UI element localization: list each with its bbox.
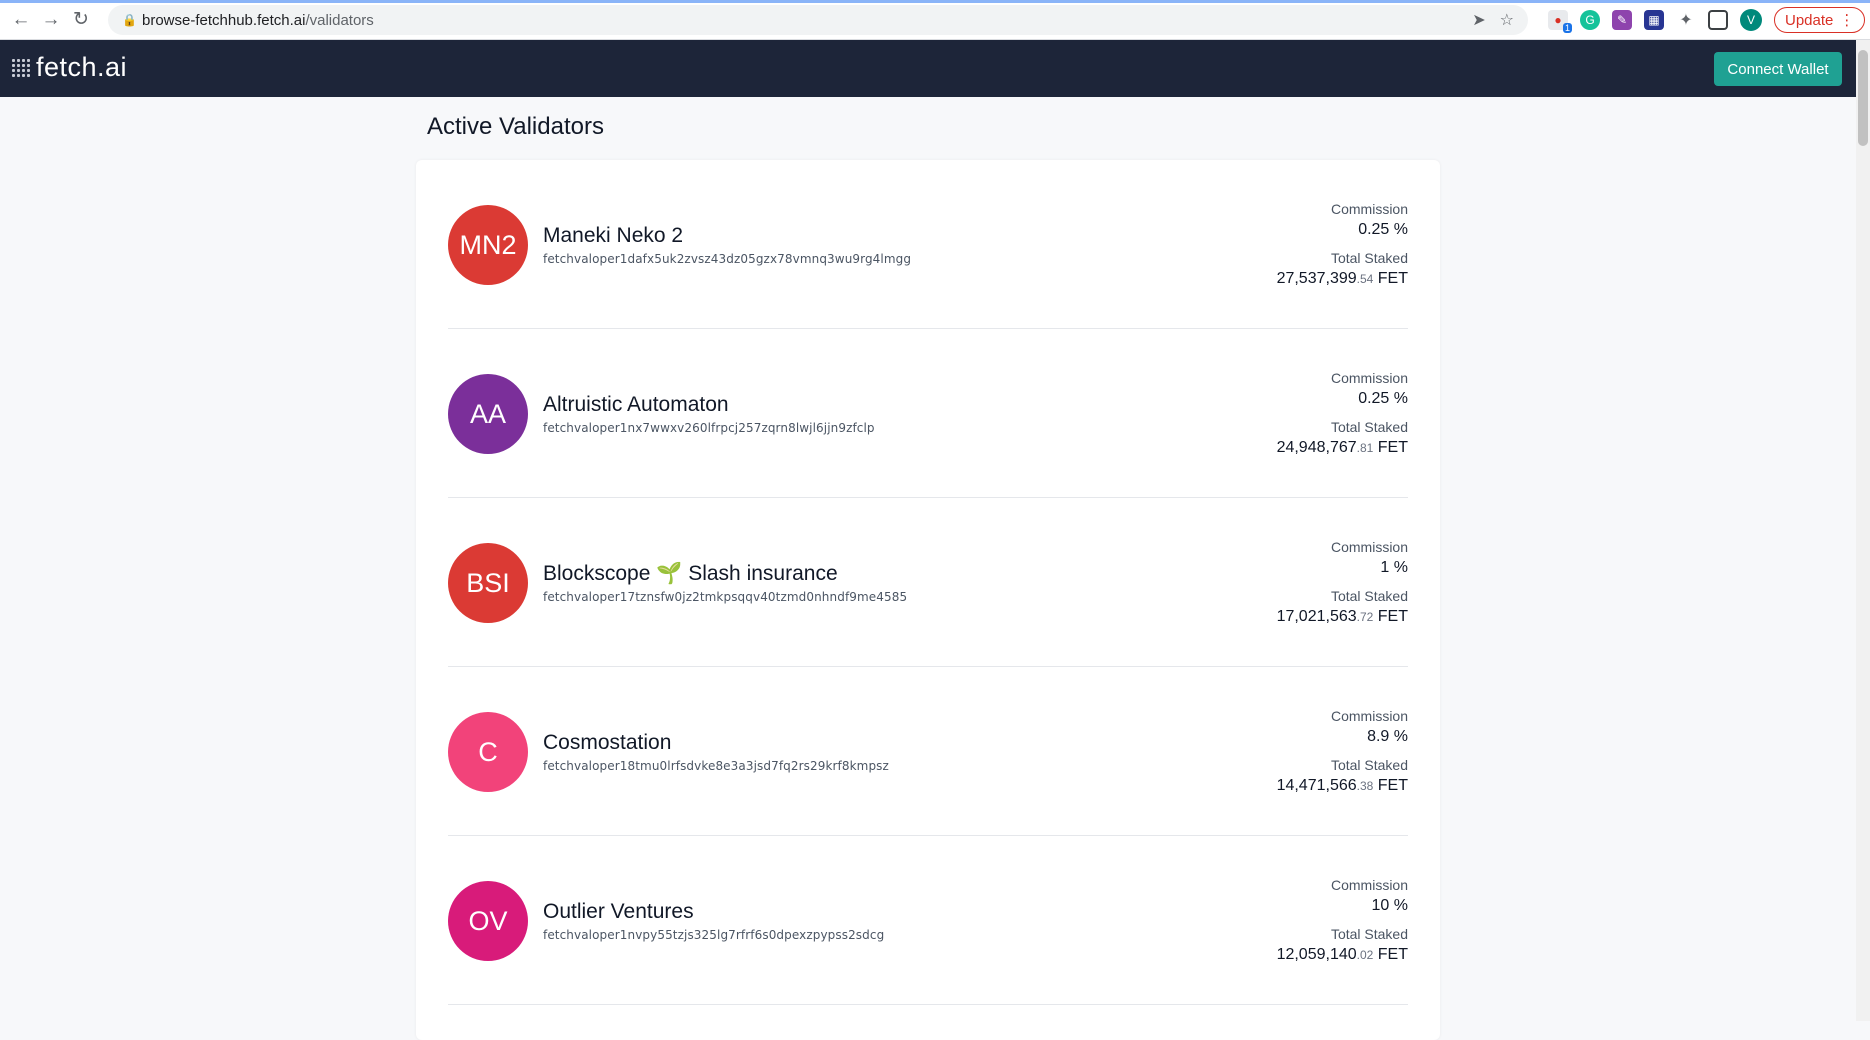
validator-address: fetchvaloper17tznsfw0jz2tmkpsqqv40tzmd0n… <box>543 590 908 604</box>
validator-stats: Commission 10 % Total Staked 12,059,140.… <box>1277 876 1408 967</box>
total-staked-label: Total Staked <box>1330 926 1408 942</box>
validator-row[interactable]: AA Altruistic Automaton fetchvaloper1nx7… <box>448 329 1408 498</box>
total-staked-label: Total Staked <box>1330 757 1408 773</box>
validator-name[interactable]: Altruistic Automaton <box>543 393 729 417</box>
back-icon[interactable]: ← <box>6 5 36 35</box>
total-staked-value: 17,021,563.72 FET <box>1276 608 1408 625</box>
validator-stats: Commission 0.25 % Total Staked 27,537,39… <box>1277 200 1408 291</box>
validator-name[interactable]: Outlier Ventures <box>543 900 694 924</box>
validator-row[interactable]: OV Outlier Ventures fetchvaloper1nvpy55t… <box>448 836 1408 1005</box>
send-tab-icon[interactable]: ➤ <box>1472 10 1485 30</box>
logo-dots-icon <box>12 58 30 77</box>
total-staked-label: Total Staked <box>1330 419 1408 435</box>
validator-address: fetchvaloper1nvpy55tzjs325lg7rfrf6s0dpex… <box>543 928 885 942</box>
loading-bar <box>0 0 1870 3</box>
validator-address: fetchvaloper18tmu0lrfsdvke8e3a3jsd7fq2rs… <box>543 759 889 773</box>
commission-label: Commission <box>1330 539 1408 555</box>
total-staked-value: 24,948,767.81 FET <box>1276 439 1408 456</box>
validator-stats: Commission 8.9 % Total Staked 14,471,566… <box>1277 707 1408 798</box>
commission-label: Commission <box>1330 877 1408 893</box>
commission-label: Commission <box>1330 201 1408 217</box>
connect-wallet-button[interactable]: Connect Wallet <box>1714 52 1842 86</box>
validator-stats: Commission 1 % Total Staked 17,021,563.7… <box>1277 538 1408 629</box>
update-button[interactable]: Update ⋮ <box>1774 7 1866 33</box>
total-staked-value: 14,471,566.38 FET <box>1276 777 1408 794</box>
reload-icon[interactable]: ↻ <box>66 5 96 35</box>
validator-avatar: MN2 <box>448 205 528 285</box>
validator-row[interactable]: MN2 Maneki Neko 2 fetchvaloper1dafx5uk2z… <box>448 160 1408 329</box>
extension-badge-count: 1 <box>1562 23 1572 33</box>
side-panel-icon[interactable] <box>1708 10 1728 30</box>
page-title: Active Validators <box>427 113 604 140</box>
lock-icon: 🔒 <box>122 13 137 27</box>
commission-label: Commission <box>1330 370 1408 386</box>
validator-row[interactable]: BSI Blockscope 🌱 Slash insurance fetchva… <box>448 498 1408 667</box>
grammarly-icon[interactable]: G <box>1580 10 1600 30</box>
validators-card: MN2 Maneki Neko 2 fetchvaloper1dafx5uk2z… <box>416 160 1440 1040</box>
validator-avatar: C <box>448 712 528 792</box>
update-label: Update <box>1785 11 1834 29</box>
commission-value: 0.25 % <box>1358 390 1408 407</box>
url-path: /validators <box>305 11 374 29</box>
puzzle-icon[interactable]: ✦ <box>1676 10 1696 30</box>
validator-name[interactable]: Maneki Neko 2 <box>543 224 683 248</box>
page-scrollbar[interactable] <box>1856 40 1870 1021</box>
validator-stats: Commission 0.25 % Total Staked 24,948,76… <box>1277 369 1408 460</box>
total-staked-label: Total Staked <box>1330 250 1408 266</box>
address-bar[interactable]: 🔒 browse-fetchhub.fetch.ai/validators ➤ … <box>108 5 1528 35</box>
validator-avatar: AA <box>448 374 528 454</box>
logo-text: fetch.ai <box>36 52 128 82</box>
browser-toolbar: ← → ↻ 🔒 browse-fetchhub.fetch.ai/validat… <box>0 0 1870 40</box>
profile-avatar[interactable]: V <box>1740 9 1762 31</box>
validator-avatar: BSI <box>448 543 528 623</box>
validator-name[interactable]: Blockscope 🌱 Slash insurance <box>543 562 838 586</box>
commission-value: 0.25 % <box>1358 221 1408 238</box>
validator-address: fetchvaloper1dafx5uk2zvsz43dz05gzx78vmnq… <box>543 252 912 266</box>
pen-extension-icon[interactable]: ✎ <box>1612 10 1632 30</box>
validator-name[interactable]: Cosmostation <box>543 731 671 755</box>
bookmark-star-icon[interactable]: ☆ <box>1500 10 1514 30</box>
extension-badge-icon[interactable]: ● 1 <box>1548 10 1572 33</box>
commission-value: 8.9 % <box>1367 728 1408 745</box>
validator-address: fetchvaloper1nx7wwxv260lfrpcj257zqrn8lwj… <box>543 421 875 435</box>
app-header: fetch.ai Connect Wallet <box>0 40 1856 97</box>
total-staked-value: 12,059,140.02 FET <box>1276 946 1408 963</box>
validator-avatar: OV <box>448 881 528 961</box>
commission-value: 1 % <box>1380 559 1408 576</box>
scrollbar-thumb[interactable] <box>1858 50 1868 146</box>
validator-row[interactable]: C Cosmostation fetchvaloper18tmu0lrfsdvk… <box>448 667 1408 836</box>
url-host: browse-fetchhub.fetch.ai <box>142 11 306 29</box>
fetch-logo[interactable]: fetch.ai <box>12 52 127 83</box>
total-staked-value: 27,537,399.54 FET <box>1276 270 1408 287</box>
more-menu-icon: ⋮ <box>1839 12 1855 29</box>
extensions-area: ● 1 G ✎ ▦ ✦ V Update ⋮ <box>1548 5 1866 35</box>
total-staked-label: Total Staked <box>1330 588 1408 604</box>
grid-extension-icon[interactable]: ▦ <box>1644 10 1664 30</box>
commission-value: 10 % <box>1371 897 1408 914</box>
commission-label: Commission <box>1330 708 1408 724</box>
forward-icon[interactable]: → <box>36 5 66 35</box>
